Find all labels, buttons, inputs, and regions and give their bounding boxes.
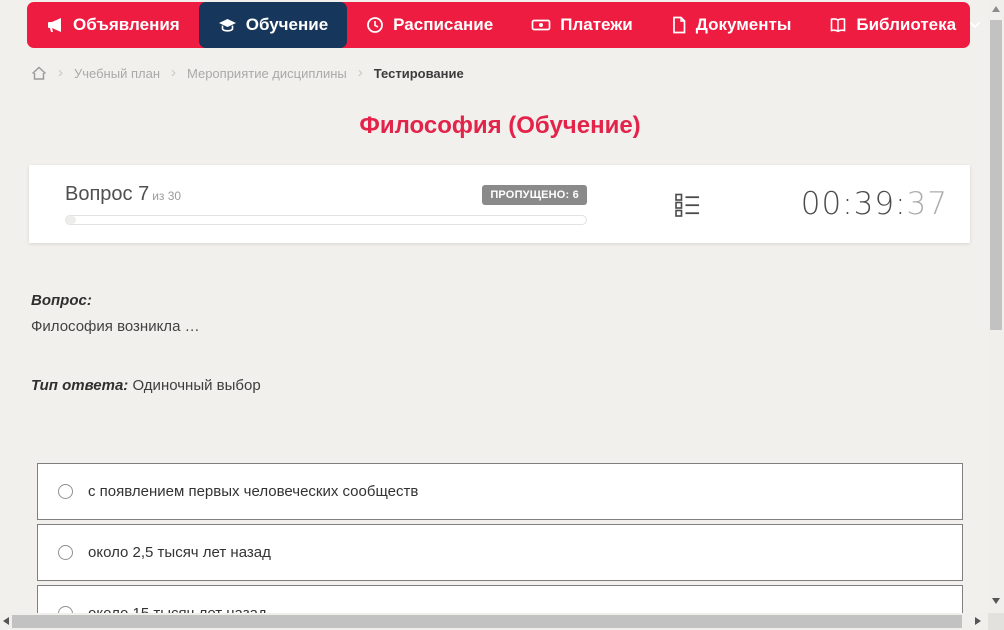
main-nav: Объявления Обучение Расписание Платежи Д… — [27, 2, 981, 48]
chevron-down-icon — [969, 21, 981, 29]
wallet-icon — [531, 16, 551, 34]
vertical-scrollbar[interactable] — [988, 0, 1004, 613]
horizontal-scrollbar[interactable] — [0, 613, 988, 630]
radio-button[interactable] — [58, 484, 73, 499]
nav-item-label: Объявления — [73, 15, 180, 34]
radio-button[interactable] — [58, 545, 73, 560]
timer-seconds: 37 — [906, 186, 948, 222]
breadcrumb-separator: › — [357, 63, 363, 81]
answer-type-row: Тип ответа: Одиночный выбор — [31, 377, 261, 394]
nav-item-announcements[interactable]: Объявления — [27, 2, 199, 48]
progress-bar — [65, 215, 587, 225]
nav-item-documents[interactable]: Документы — [652, 2, 811, 48]
answer-option-label: с появлением первых человеческих сообщес… — [88, 483, 419, 500]
question-heading: Вопрос: — [31, 292, 92, 309]
megaphone-icon — [46, 16, 64, 34]
skipped-badge: ПРОПУЩЕНО: 6 — [482, 184, 587, 205]
vertical-scrollbar-thumb[interactable] — [990, 20, 1002, 330]
nav-item-library[interactable]: Библиотека — [810, 2, 1000, 48]
answer-options: с появлением первых человеческих сообщес… — [37, 463, 963, 630]
breadcrumb-separator: › — [171, 63, 176, 81]
question-counter-label: Вопрос 7 — [65, 183, 150, 205]
nav-item-schedule[interactable]: Расписание — [347, 2, 512, 48]
book-icon — [829, 16, 847, 34]
question-list-icon[interactable] — [673, 190, 701, 218]
scroll-down-arrow[interactable] — [992, 598, 1000, 604]
graduation-cap-icon — [218, 16, 237, 34]
breadcrumb-item-study-plan[interactable]: Учебный план — [74, 66, 160, 81]
question-counter: Вопрос 7 из 30 — [65, 183, 181, 206]
question-text: Философия возникла … — [31, 318, 200, 335]
question-progress-block: Вопрос 7 из 30 ПРОПУЩЕНО: 6 — [65, 183, 587, 225]
scrollbar-corner — [988, 613, 1004, 630]
home-icon[interactable] — [31, 66, 47, 81]
nav-item-label: Платежи — [560, 15, 633, 34]
breadcrumb-item-current: Тестирование — [373, 65, 464, 81]
breadcrumb-item-discipline-event[interactable]: Мероприятие дисциплины — [187, 66, 347, 81]
answer-option-label: около 2,5 тысяч лет назад — [88, 544, 271, 561]
page: Объявления Обучение Расписание Платежи Д… — [0, 0, 1004, 630]
answer-option-2[interactable]: около 2,5 тысяч лет назад — [37, 524, 963, 581]
nav-item-learning[interactable]: Обучение — [198, 2, 348, 48]
question-card: Вопрос 7 из 30 ПРОПУЩЕНО: 6 00:39:37 — [29, 165, 970, 243]
nav-item-label: Документы — [695, 15, 792, 34]
page-title: Философия (Обучение) — [359, 112, 641, 139]
nav-item-label: Обучение — [245, 15, 329, 34]
timer: 00:39:37 — [801, 186, 948, 222]
clock-icon — [366, 16, 384, 34]
breadcrumb: › Учебный план › Мероприятие дисциплины … — [31, 62, 464, 84]
answer-option-1[interactable]: с появлением первых человеческих сообщес… — [37, 463, 963, 520]
answer-type-value: Одиночный выбор — [132, 377, 261, 394]
scroll-right-arrow[interactable] — [975, 617, 981, 625]
timer-main: 00:39: — [800, 186, 907, 222]
nav-item-label: Библиотека — [856, 15, 957, 34]
scroll-left-arrow[interactable] — [3, 617, 9, 625]
nav-item-label: Расписание — [393, 15, 494, 34]
answer-type-label: Тип ответа: — [31, 377, 129, 394]
horizontal-scrollbar-thumb[interactable] — [12, 615, 962, 628]
progress-bar-fill — [66, 216, 76, 224]
document-icon — [671, 16, 687, 34]
question-counter-total: из 30 — [152, 189, 182, 203]
nav-item-payments[interactable]: Платежи — [512, 2, 652, 48]
question-body: Вопрос: Философия возникла … Тип ответа:… — [31, 292, 261, 394]
breadcrumb-separator: › — [58, 63, 63, 81]
scroll-up-arrow[interactable] — [992, 6, 1000, 12]
